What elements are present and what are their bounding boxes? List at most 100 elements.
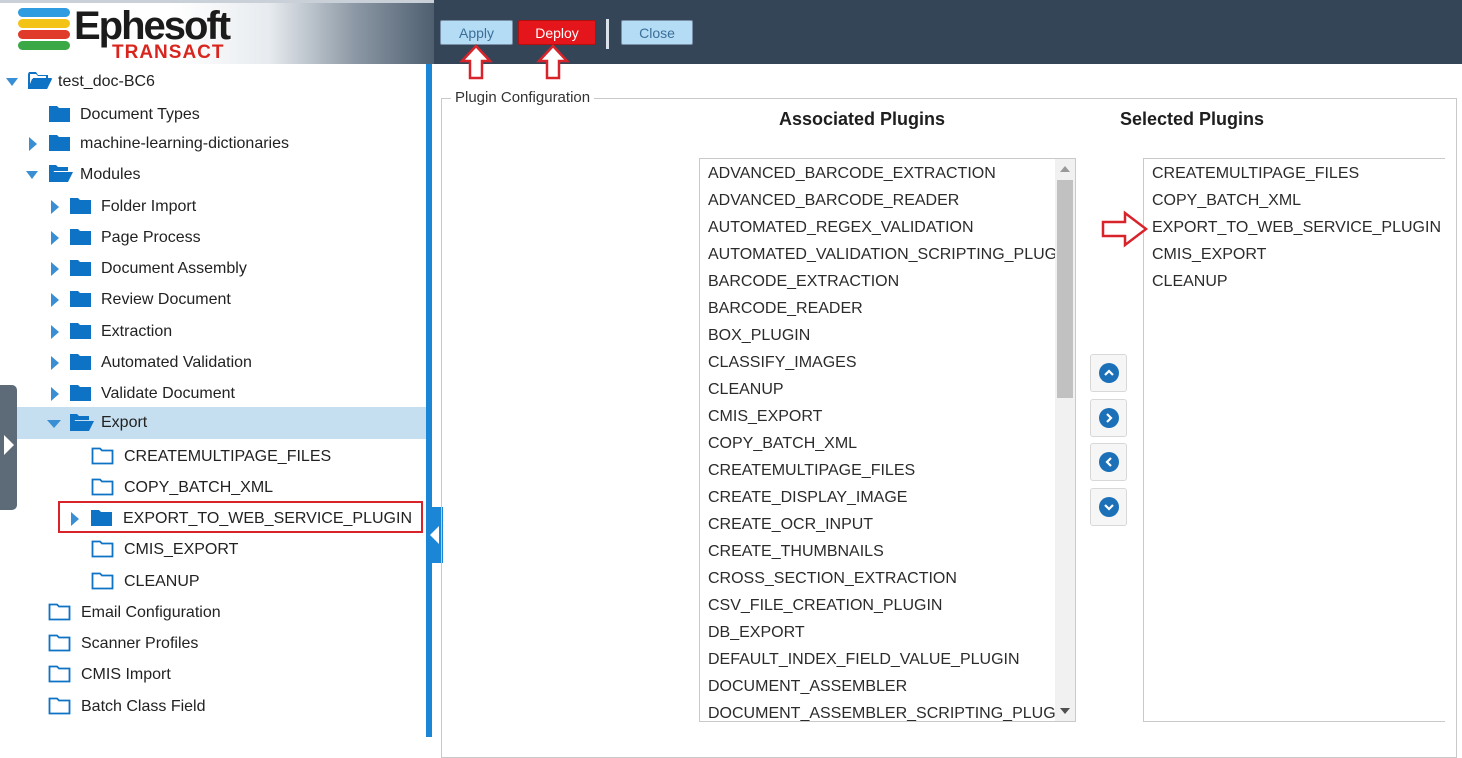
tree-node-module[interactable]: Page Process (0, 222, 426, 253)
associated-plugin-item[interactable]: CREATEMULTIPAGE_FILES (708, 457, 915, 484)
tree-node-batch-class-field[interactable]: Batch Class Field (0, 691, 426, 722)
folder-icon (69, 352, 93, 372)
associated-plugin-item[interactable]: BARCODE_EXTRACTION (708, 268, 899, 295)
associated-plugin-item[interactable]: BOX_PLUGIN (708, 322, 810, 349)
associated-plugin-item[interactable]: COPY_BATCH_XML (708, 430, 857, 457)
associated-plugins-list[interactable]: ADVANCED_BARCODE_EXTRACTION ADVANCED_BARC… (699, 158, 1076, 722)
tree-node-module[interactable]: Review Document (0, 284, 426, 315)
chevron-right-icon[interactable] (48, 292, 62, 307)
associated-plugin-item[interactable]: CREATE_DISPLAY_IMAGE (708, 484, 907, 511)
associated-plugin-item[interactable]: DOCUMENT_ASSEMBLER_SCRIPTING_PLUGIN (708, 700, 1072, 721)
associated-plugins-title: Associated Plugins (779, 109, 946, 129)
folder-icon (48, 133, 72, 153)
tree-label: Page Process (101, 228, 201, 246)
folder-icon (69, 258, 93, 278)
chevron-right-icon[interactable] (48, 324, 62, 339)
associated-plugin-item[interactable]: CLASSIFY_IMAGES (708, 349, 857, 376)
tree-label: Validate Document (101, 384, 235, 402)
associated-plugin-item[interactable]: CMIS_EXPORT (708, 403, 822, 430)
move-down-icon (1098, 497, 1119, 517)
scrollbar-thumb[interactable] (1057, 180, 1073, 398)
close-button[interactable]: Close (621, 20, 693, 45)
tree-node-email-configuration[interactable]: Email Configuration (0, 597, 426, 628)
tree-node-cmis-import[interactable]: CMIS Import (0, 659, 426, 690)
tree-label: CREATEMULTIPAGE_FILES (124, 447, 332, 465)
chevron-right-icon[interactable] (48, 261, 62, 276)
apply-button[interactable]: Apply (440, 20, 513, 45)
associated-plugin-item[interactable]: BARCODE_READER (708, 295, 863, 322)
plugin-configuration-legend: Plugin Configuration (451, 89, 595, 106)
folder-outline-icon (48, 633, 72, 653)
folder-open-icon (48, 164, 73, 184)
tree-node-export[interactable]: Export (0, 407, 426, 439)
folder-icon (69, 321, 93, 341)
tree-node-modules[interactable]: Modules (0, 159, 426, 190)
tree-label: Document Assembly (101, 259, 247, 277)
associated-plugin-item[interactable]: AUTOMATED_REGEX_VALIDATION (708, 214, 974, 241)
tree-node-scanner-profiles[interactable]: Scanner Profiles (0, 628, 426, 659)
tree-node-plugin[interactable]: CLEANUP (0, 566, 426, 597)
tree-label: Automated Validation (101, 353, 252, 371)
chevron-down-icon[interactable] (25, 168, 39, 182)
associated-plugin-item[interactable]: CREATE_THUMBNAILS (708, 538, 884, 565)
tree-node-document-types[interactable]: Document Types (0, 99, 426, 130)
selected-plugin-item[interactable]: CMIS_EXPORT (1152, 241, 1266, 268)
chevron-right-icon[interactable] (48, 386, 62, 401)
selected-plugin-item[interactable]: CREATEMULTIPAGE_FILES (1152, 160, 1359, 187)
chevron-right-icon[interactable] (48, 199, 62, 214)
associated-plugin-item[interactable]: CLEANUP (708, 376, 784, 403)
tree-node-root[interactable]: test_doc-BC6 (0, 66, 426, 97)
tree-node-plugin[interactable]: CREATEMULTIPAGE_FILES (0, 441, 426, 472)
associated-plugin-item[interactable]: ADVANCED_BARCODE_EXTRACTION (708, 160, 996, 187)
logo-area: Ephesoft TRANSACT (0, 0, 434, 64)
toolbar-divider (606, 19, 609, 49)
associated-plugin-item[interactable]: DEFAULT_INDEX_FIELD_VALUE_PLUGIN (708, 646, 1020, 673)
ephesoft-logo-icon (18, 8, 72, 52)
tree-node-plugin[interactable]: CMIS_EXPORT (0, 534, 426, 565)
selected-plugin-item[interactable]: EXPORT_TO_WEB_SERVICE_PLUGIN (1152, 214, 1441, 241)
chevron-right-icon[interactable] (48, 355, 62, 370)
folder-icon (69, 289, 93, 309)
move-left-button[interactable] (1090, 443, 1127, 481)
tree-node-module[interactable]: Document Assembly (0, 253, 426, 284)
folder-icon (69, 196, 93, 216)
deploy-button[interactable]: Deploy (518, 20, 596, 45)
tree-label: Scanner Profiles (81, 634, 199, 652)
associated-plugin-item[interactable]: AUTOMATED_VALIDATION_SCRIPTING_PLUGIN (708, 241, 1073, 268)
chevron-right-icon[interactable] (48, 230, 62, 245)
panel-splitter[interactable] (426, 64, 432, 737)
associated-plugin-item[interactable]: ADVANCED_BARCODE_READER (708, 187, 959, 214)
associated-plugin-item[interactable]: DB_EXPORT (708, 619, 805, 646)
tree-label: CMIS_EXPORT (124, 540, 239, 558)
selected-plugin-item[interactable]: COPY_BATCH_XML (1152, 187, 1301, 214)
associated-plugin-item[interactable]: DOCUMENT_ASSEMBLER (708, 673, 907, 700)
selected-plugins-title: Selected Plugins (1120, 109, 1265, 129)
tree-label: CLEANUP (124, 572, 200, 590)
chevron-down-icon[interactable] (46, 417, 61, 431)
chevron-down-icon[interactable] (5, 75, 19, 89)
tree-node-module[interactable]: Extraction (0, 316, 426, 347)
selected-plugin-item[interactable]: CLEANUP (1152, 268, 1228, 295)
move-up-icon (1098, 363, 1119, 383)
move-up-button[interactable] (1090, 354, 1127, 392)
chevron-left-icon (430, 526, 439, 544)
tree-node-module[interactable]: Automated Validation (0, 347, 426, 378)
expand-panel-tab[interactable] (0, 385, 17, 510)
tree-label: Extraction (101, 322, 173, 340)
selected-plugins-list[interactable]: CREATEMULTIPAGE_FILES COPY_BATCH_XML EXPOR… (1143, 158, 1445, 722)
folder-outline-icon (48, 664, 72, 684)
tree-node-ml-dictionaries[interactable]: machine-learning-dictionaries (0, 128, 426, 159)
tree-node-module[interactable]: Validate Document (0, 378, 426, 409)
tree-node-module[interactable]: Folder Import (0, 191, 426, 222)
tree-node-plugin[interactable]: COPY_BATCH_XML (0, 472, 426, 503)
associated-plugin-item[interactable]: CSV_FILE_CREATION_PLUGIN (708, 592, 942, 619)
associated-plugin-item[interactable]: CROSS_SECTION_EXTRACTION (708, 565, 957, 592)
move-right-button[interactable] (1090, 399, 1127, 437)
scroll-down-arrow-icon[interactable] (1060, 708, 1070, 714)
tree-label: Batch Class Field (81, 697, 206, 715)
scroll-up-arrow-icon[interactable] (1060, 166, 1070, 172)
move-down-button[interactable] (1090, 488, 1127, 526)
chevron-right-icon[interactable] (26, 136, 40, 151)
move-left-icon (1098, 452, 1119, 472)
associated-plugin-item[interactable]: CREATE_OCR_INPUT (708, 511, 873, 538)
